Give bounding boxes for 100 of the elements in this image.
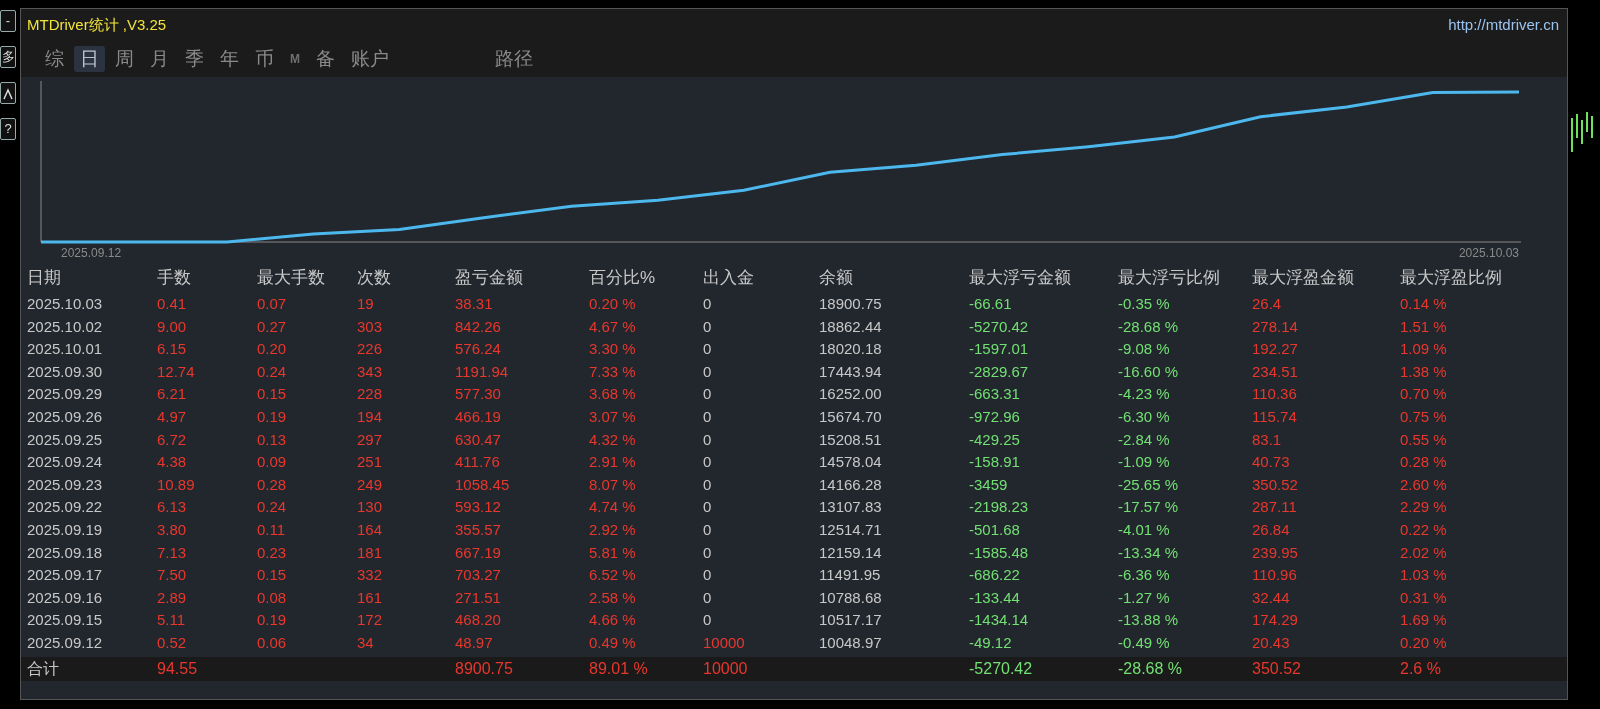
table-cell-text: 4.97: [157, 406, 188, 427]
table-cell-text: 18020.18: [819, 339, 883, 360]
table-cell-text: 2025.09.22: [27, 497, 104, 518]
table-cell-text: 12.74: [157, 361, 196, 382]
table-cell-text: 3.30 %: [589, 339, 637, 360]
table-cell-text: 0.07: [257, 294, 288, 314]
table-cell-text: 10788.68: [819, 587, 883, 608]
toolbar-button[interactable]: -: [0, 10, 16, 32]
table-cell-text: 0.20: [257, 339, 288, 360]
table-cell-text: 6.15: [157, 339, 188, 360]
table-cell-text: 11491.95: [819, 565, 882, 586]
table-cell-text: 271.51: [455, 587, 502, 608]
table-cell-text: 0.70 %: [1400, 384, 1448, 405]
column-header: 日期: [27, 267, 62, 289]
table-cell-text: 0.09: [257, 452, 288, 473]
table-cell-text: 5.81 %: [589, 542, 637, 563]
table-cell-text: 7.13: [157, 542, 188, 563]
table-cell-text: 110.96: [1252, 565, 1298, 586]
column-header: 余额: [819, 267, 854, 289]
table-cell-text: 174.29: [1252, 610, 1299, 631]
table-cell-text: 2025.09.23: [27, 474, 104, 495]
column-header: 盈亏金额: [455, 267, 524, 289]
table-cell-text: 115.74: [1252, 406, 1298, 427]
table-cell-text: -28.68 %: [1118, 316, 1180, 337]
table-cell-text: 0.15: [257, 384, 288, 405]
table-cell-text: 12159.14: [819, 542, 883, 563]
table-cell-text: 0.20 %: [1400, 632, 1448, 653]
tab[interactable]: 币: [249, 45, 280, 73]
table-cell-text: 1.38 %: [1400, 361, 1448, 382]
website-link[interactable]: http://mtdriver.cn: [1448, 13, 1559, 37]
table-cell-text: -13.88 %: [1118, 610, 1180, 631]
table-cell-text: 32.44: [1252, 587, 1291, 608]
table-cell-text: -0.35 %: [1118, 294, 1171, 314]
table-cell-text: -0.49 %: [1118, 632, 1171, 653]
axis-label: 2025.09.12: [61, 246, 122, 260]
table-cell-text: 0.52: [157, 632, 188, 653]
table-cell-text: 48.97: [455, 632, 494, 653]
table-cell-text: -1.09 %: [1118, 452, 1171, 473]
tab[interactable]: 账户: [345, 45, 395, 73]
table-cell-text: 2025.09.16: [27, 587, 104, 608]
tab[interactable]: 月: [144, 45, 175, 73]
toolbar-button[interactable]: 多: [0, 46, 16, 68]
table-cell-text: 18900.75: [819, 294, 883, 314]
table-cell-text: 226: [357, 339, 384, 360]
window-title: MTDriver统计 ,V3.25: [27, 14, 167, 35]
path-button[interactable]: 路径: [489, 45, 539, 73]
toolbar-button[interactable]: ?: [0, 118, 16, 140]
table-cell-text: -2.84 %: [1118, 429, 1171, 450]
table-cell-text: 239.95: [1252, 542, 1299, 563]
tab[interactable]: 季: [179, 45, 210, 73]
table-cell-text: 2.89: [157, 587, 188, 608]
column-header: 最大手数: [257, 267, 326, 289]
table-cell-text: 2.02 %: [1400, 542, 1448, 563]
table-cell-text: 0: [703, 610, 713, 631]
column-header: 最大浮亏金额: [969, 267, 1072, 289]
table-cell-text: 468.20: [455, 610, 502, 631]
tab[interactable]: 年: [214, 45, 245, 73]
table-cell-text: 2025.09.17: [27, 565, 104, 586]
table-cell-text: 0.75 %: [1400, 406, 1448, 427]
table-cell-text: 89.01 %: [589, 658, 649, 679]
table-cell-text: 350.52: [1252, 658, 1302, 679]
table-cell-text: 13107.83: [819, 497, 883, 518]
table-cell-text: 14578.04: [819, 452, 883, 473]
table-cell-text: -6.30 %: [1118, 406, 1171, 427]
table-cell-text: 8.07 %: [589, 474, 637, 495]
table-cell-text: 130: [357, 497, 384, 518]
table-cell-text: 0: [703, 587, 713, 608]
table-cell-text: 0: [703, 294, 713, 314]
chart-tool-icon[interactable]: [0, 82, 16, 104]
table-cell-text: 0.20 %: [589, 294, 637, 314]
tab[interactable]: 综: [39, 45, 70, 73]
table-cell-text: 26.4: [1252, 294, 1283, 314]
table-cell-text: 297: [357, 429, 384, 450]
table-cell-text: 842.26: [455, 316, 502, 337]
tab[interactable]: 周: [109, 45, 140, 73]
table-cell-text: 0.55 %: [1400, 429, 1448, 450]
table-cell-text: 1191.94: [455, 361, 510, 382]
tab[interactable]: 日: [74, 45, 105, 73]
table-cell-text: 2025.10.02: [27, 316, 104, 337]
tab[interactable]: 备: [310, 45, 341, 73]
table-cell-text: -5270.42: [969, 658, 1034, 679]
table-cell-text: 411.76: [455, 452, 501, 473]
table-cell-text: -49.12: [969, 632, 1013, 653]
table-cell-text: 18862.44: [819, 316, 883, 337]
table-cell-text: 8900.75: [455, 658, 514, 679]
table-cell-text: 343: [357, 361, 384, 382]
table-cell-text: 2025.09.29: [27, 384, 104, 405]
table-cell-text: 17443.94: [819, 361, 883, 382]
table-cell-text: 0: [703, 565, 713, 586]
table-cell-text: 355.57: [455, 519, 502, 540]
table-cell-text: 4.67 %: [589, 316, 637, 337]
tab[interactable]: M: [284, 49, 306, 69]
table-cell-text: 2.58 %: [589, 587, 637, 608]
table-cell-text: -158.91: [969, 452, 1021, 473]
table-cell-text: 0: [703, 406, 713, 427]
table-cell-text: -133.44: [969, 587, 1021, 608]
table-cell-text: -3459: [969, 474, 1009, 495]
table-cell-text: 2.6 %: [1400, 658, 1442, 679]
table-cell-text: 164: [357, 519, 384, 540]
table-cell-text: 19: [357, 294, 375, 314]
